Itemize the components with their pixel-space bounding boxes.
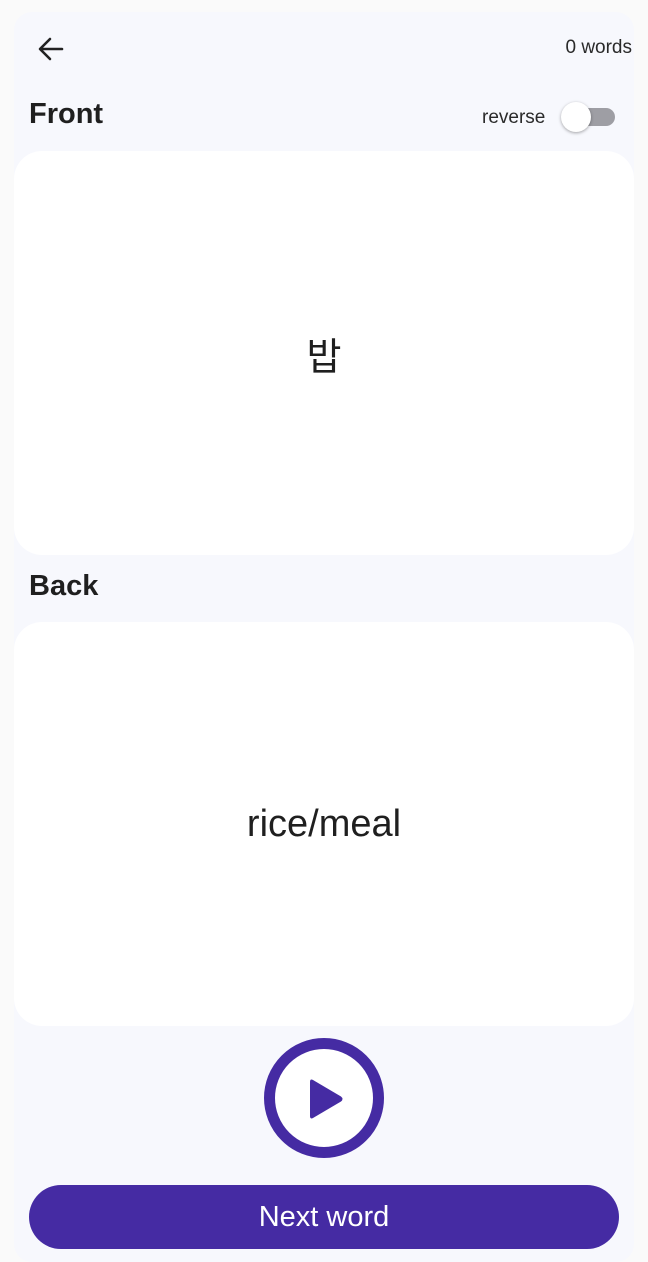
- front-card[interactable]: 밥: [14, 151, 634, 555]
- play-button[interactable]: [264, 1038, 384, 1158]
- back-label: Back: [29, 570, 99, 602]
- flashcard-screen: 0 words Front reverse 밥 Back rice/meal N…: [14, 12, 634, 1262]
- front-label: Front: [29, 98, 104, 130]
- reverse-label: reverse: [482, 107, 546, 128]
- back-word: rice/meal: [246, 802, 402, 845]
- reverse-toggle[interactable]: [561, 100, 617, 132]
- arrow-left-icon: [38, 37, 64, 61]
- word-count: 0 words: [565, 37, 632, 58]
- next-word-button[interactable]: Next word: [29, 1185, 619, 1249]
- back-button[interactable]: [37, 35, 65, 63]
- back-card[interactable]: rice/meal: [14, 622, 634, 1026]
- play-icon: [310, 1079, 343, 1119]
- front-word: 밥: [306, 334, 342, 379]
- toggle-thumb: [561, 102, 591, 132]
